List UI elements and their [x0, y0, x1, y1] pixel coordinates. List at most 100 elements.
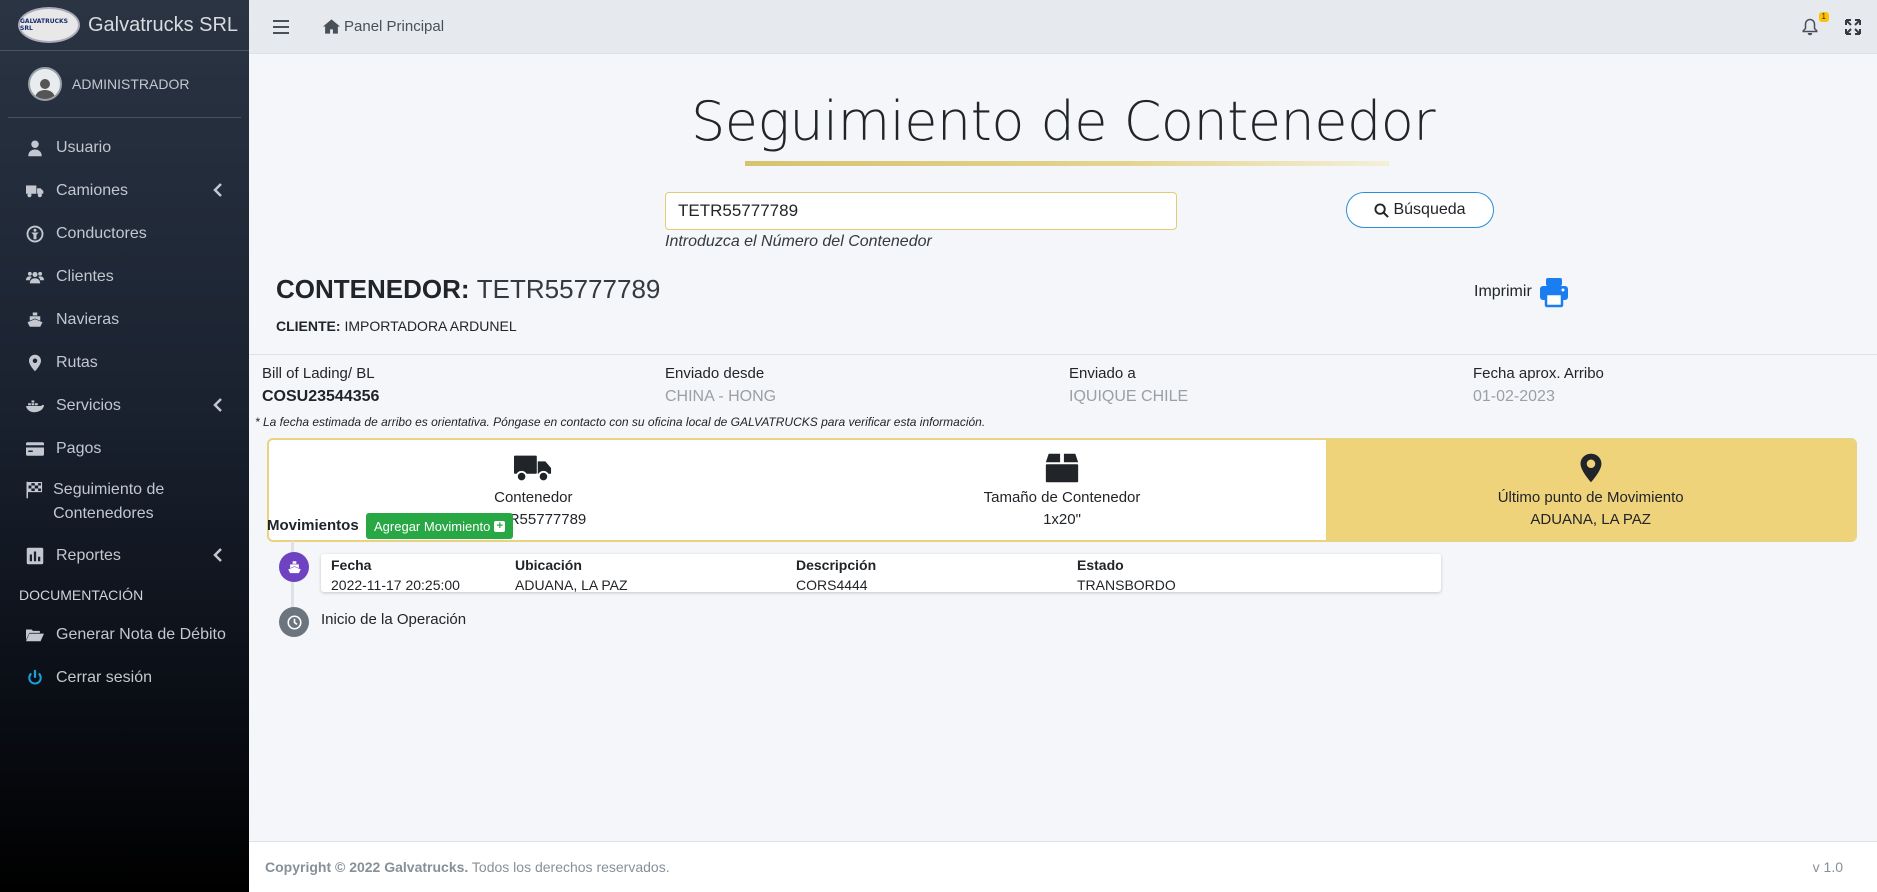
client-label: CLIENTE:	[276, 318, 341, 334]
sidebar-item-camiones[interactable]: Camiones	[8, 169, 241, 212]
movement-date: 2022-11-17 20:25:00	[331, 577, 460, 593]
brand-link[interactable]: GALVATRUCKS SRL Galvatrucks SRL	[0, 0, 249, 51]
map-marker-icon	[1580, 453, 1602, 482]
sidebar-item-conductores[interactable]: Conductores	[8, 212, 241, 255]
footer: Copyright © 2022 Galvatrucks. Todos los …	[249, 841, 1877, 892]
stat-value: 1x20"	[1043, 510, 1081, 528]
copyright: Copyright © 2022 Galvatrucks. Todos los …	[265, 859, 670, 875]
users-icon	[24, 268, 46, 286]
add-movement-label: Agregar Movimiento	[374, 518, 491, 534]
sidebar-item-rutas[interactable]: Rutas	[8, 341, 241, 384]
copyright-bold: Copyright © 2022 Galvatrucks.	[265, 859, 469, 875]
sidebar-item-label: Camiones	[56, 181, 129, 199]
notification-badge: 1	[1818, 11, 1829, 22]
sidebar-item-label: Reportes	[56, 546, 121, 564]
user-avatar-icon	[35, 79, 55, 99]
chevron-left-icon	[213, 183, 222, 197]
home-link[interactable]: Panel Principal	[323, 18, 444, 35]
printer-icon	[1539, 278, 1568, 308]
stat-label: Tamaño de Contenedor	[983, 488, 1141, 506]
user-panel[interactable]: ADMINISTRADOR	[8, 51, 241, 118]
movement-row: Fecha Ubicación Descripción Estado 2022-…	[321, 554, 1441, 593]
info-label: Enviado desde	[665, 365, 765, 382]
sidebar-item-label: Seguimiento de Contenedores	[53, 481, 165, 522]
container-heading: CONTENEDOR: TETR55777789	[276, 274, 660, 305]
movements-title: Movimientos	[267, 517, 359, 534]
sidebar-item-clientes[interactable]: Clientes	[8, 255, 241, 298]
container-label: CONTENEDOR:	[276, 274, 470, 304]
ship-icon	[24, 311, 46, 329]
stat-last-movement: Último punto de Movimiento ADUANA, LA PA…	[1326, 440, 1855, 540]
sidebar-nav: Usuario Camiones Conductores Clientes Na…	[0, 126, 249, 699]
sidebar-item-label: Conductores	[56, 224, 147, 242]
chevron-left-icon	[213, 398, 222, 412]
info-value: COSU23544356	[262, 388, 380, 405]
sidebar-item-navieras[interactable]: Navieras	[8, 298, 241, 341]
brand-name: Galvatrucks SRL	[88, 13, 239, 36]
clock-icon	[279, 607, 309, 637]
sidebar-item-label: Servicios	[56, 396, 121, 414]
sidebar-item-label: Cerrar sesión	[56, 668, 153, 686]
info-value: 01-02-2023	[1473, 388, 1555, 405]
info-value: CHINA - HONG	[665, 388, 777, 405]
sidebar-item-cerrar-sesion[interactable]: Cerrar sesión	[8, 656, 241, 699]
sidebar-item-pagos[interactable]: Pagos	[8, 427, 241, 470]
title-underline	[745, 161, 1389, 166]
sidebar-item-label: Rutas	[56, 353, 98, 371]
divider	[249, 354, 1877, 355]
version-label: v 1.0	[1812, 859, 1843, 875]
stat-value: ADUANA, LA PAZ	[1530, 510, 1651, 528]
sidebar-item-servicios[interactable]: Servicios	[8, 384, 241, 427]
fullscreen-icon[interactable]	[1845, 18, 1861, 35]
truck-icon	[514, 455, 552, 482]
search-hint: Introduzca el Número del Contenedor	[665, 233, 932, 250]
search-icon	[1374, 202, 1390, 218]
stat-size: Tamaño de Contenedor 1x20"	[798, 440, 1327, 540]
copyright-rest: Todos los derechos reservados.	[471, 859, 670, 875]
docker-icon	[24, 397, 46, 415]
sidebar-item-label: Navieras	[56, 310, 120, 328]
folder-open-icon	[24, 626, 46, 644]
sidebar-item-label: Usuario	[56, 138, 112, 156]
notifications-button[interactable]: 1	[1801, 11, 1829, 36]
menu-toggle-icon[interactable]	[273, 19, 289, 34]
movement-status: TRANSBORDO	[1077, 577, 1176, 593]
sidebar-item-usuario[interactable]: Usuario	[8, 126, 241, 169]
movement-description: CORS4444	[796, 577, 868, 593]
sidebar-item-nota-debito[interactable]: Generar Nota de Débito	[8, 613, 241, 656]
print-button[interactable]: Imprimir	[1474, 276, 1570, 308]
search-button[interactable]: Búsqueda	[1346, 192, 1494, 228]
movement-location: ADUANA, LA PAZ	[515, 577, 628, 593]
info-bl: Bill of Lading/ BL COSU23544356	[262, 365, 379, 406]
movement-col-header: Estado	[1077, 557, 1124, 573]
ship-icon	[279, 552, 309, 582]
chevron-left-icon	[213, 548, 222, 562]
info-sent-from: Enviado desde CHINA - HONG	[665, 365, 776, 406]
info-value: IQUIQUE CHILE	[1069, 388, 1189, 405]
flag-checkered-icon	[24, 481, 43, 499]
search-input[interactable]: TETR55777789	[665, 192, 1177, 230]
power-icon	[24, 669, 46, 687]
arrival-disclaimer: * La fecha estimada de arribo es orienta…	[255, 415, 986, 429]
avatar	[28, 67, 62, 101]
sidebar-item-reportes[interactable]: Reportes	[8, 534, 241, 577]
sidebar-item-label: Clientes	[56, 267, 114, 285]
sidebar-item-label: Pagos	[56, 439, 102, 457]
client-line: CLIENTE: IMPORTADORA ARDUNEL	[276, 318, 517, 334]
user-icon	[24, 139, 46, 157]
movement-col-header: Ubicación	[515, 557, 582, 573]
topbar: Panel Principal 1	[249, 0, 1877, 54]
stat-label: Último punto de Movimiento	[1497, 488, 1684, 506]
add-movement-button[interactable]: Agregar Movimiento +	[366, 513, 514, 539]
box-icon	[1045, 453, 1079, 482]
sidebar-section-header: DOCUMENTACIÓN	[19, 587, 144, 603]
sidebar-item-seguimiento[interactable]: Seguimiento de Contenedores	[8, 470, 241, 534]
home-icon	[323, 19, 340, 34]
topbar-right: 1	[1801, 11, 1861, 36]
plus-square-icon: +	[494, 520, 506, 532]
info-arrival-date: Fecha aprox. Arribo 01-02-2023	[1473, 365, 1604, 406]
stat-label: Contenedor	[494, 488, 573, 506]
search-button-label: Búsqueda	[1393, 201, 1466, 218]
main-content: Seguimiento de Contenedor TETR55777789 B…	[249, 54, 1877, 841]
driver-icon	[24, 225, 46, 243]
